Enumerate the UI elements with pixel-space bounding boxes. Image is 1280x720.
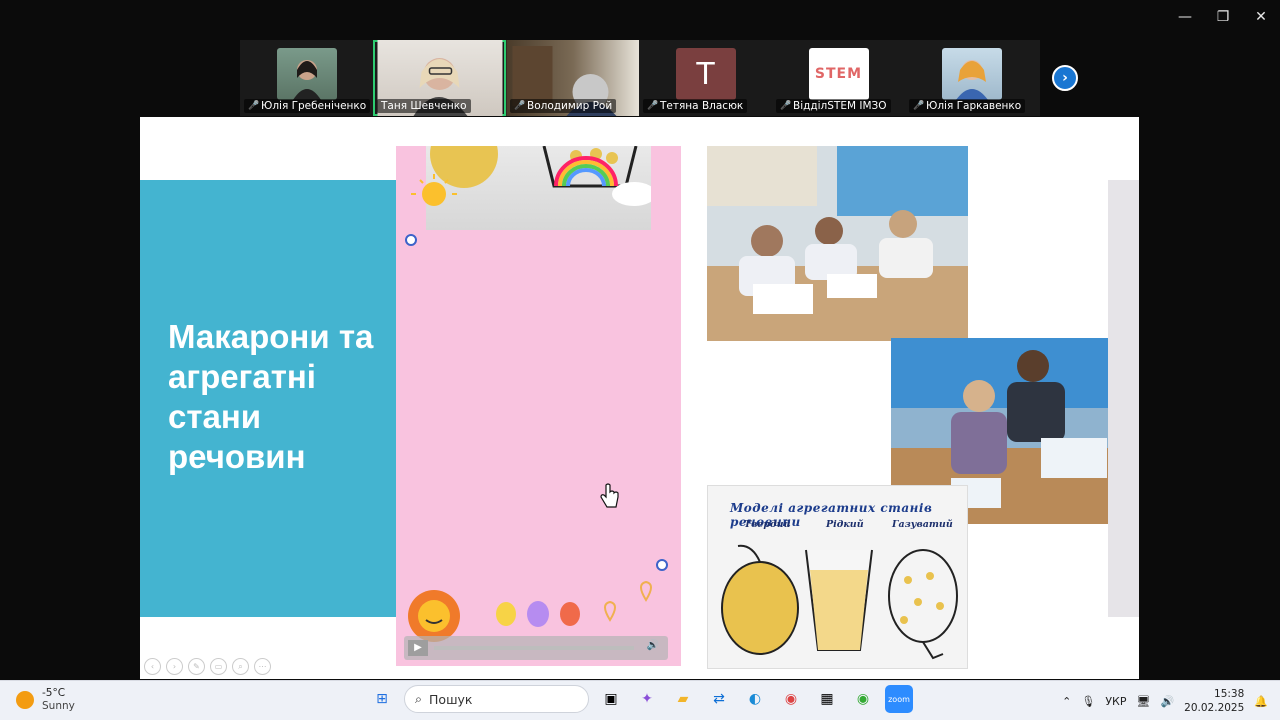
file-explorer-icon[interactable]: ▰ (669, 685, 697, 713)
sunny-weather-icon (16, 691, 34, 709)
speaker-icon[interactable]: 🔊 (1160, 695, 1174, 708)
participant-name: 🎤 Юлія Гребеніченко (244, 99, 371, 113)
tulips-sticker-icon (496, 601, 580, 627)
network-icon[interactable]: 🖥 (1137, 695, 1151, 708)
task-view-icon[interactable]: ▣ (597, 685, 625, 713)
macaroni-models-photo: Моделі агрегатних станів речовини Тверди… (707, 485, 968, 669)
label-solid: Твердий (744, 519, 791, 530)
participant-letter-avatar: T (675, 48, 736, 100)
copilot-icon[interactable]: ✦ (633, 685, 661, 713)
macaroni-models-drawing (721, 544, 958, 660)
zoom-icon[interactable]: zoom (885, 685, 913, 713)
shared-slide: Макарони та агрегатні стани речовин ▶ 🔊 … (140, 117, 1139, 679)
weather-temp: -5°C (42, 687, 66, 699)
mic-off-icon: 🎤 (248, 101, 260, 111)
windows-taskbar: -5°C Sunny ⊞ ⌕ Пошук ▣ ✦ ▰ ⇄ ◐ ◉ ▦ ◉ zoo… (0, 680, 1280, 720)
search-box[interactable]: ⌕ Пошук (404, 685, 589, 713)
participant-tile[interactable]: STEM 🎤 ВідділSTEM ІМЗО (772, 40, 905, 116)
video-progress-bar[interactable] (434, 646, 634, 650)
hearts-sticker-icon (604, 580, 652, 622)
sun-sticker-icon (411, 174, 457, 206)
microphone-icon[interactable]: 🎙 (1081, 695, 1095, 708)
mic-off-icon: 🎤 (780, 101, 792, 111)
clock-date: 20.02.2025 (1184, 702, 1245, 714)
participant-name: 🎤 Тетяна Власюк (643, 99, 748, 113)
teamviewer-icon[interactable]: ⇄ (705, 685, 733, 713)
prev-slide-icon[interactable]: ‹ (144, 658, 161, 675)
participant-tile[interactable]: 🎤 Володимир Рой (506, 40, 639, 116)
participant-tile-active[interactable]: Таня Шевченко (373, 40, 506, 116)
volume-icon[interactable]: 🔊 (644, 640, 662, 656)
video-panel: ▶ 🔊 (396, 120, 681, 666)
restore-button[interactable]: ❐ (1204, 0, 1242, 34)
participant-name: 🎤 Юлія Гаркавенко (909, 99, 1026, 113)
minimize-button[interactable]: — (1166, 0, 1204, 34)
participant-tile[interactable]: T 🎤 Тетяна Власюк (639, 40, 772, 116)
slide-title: Макарони та агрегатні стани речовин (168, 318, 374, 475)
system-tray: ⌃ 🎙 УКР 🖥 🔊 15:38 20.02.2025 🔔 (1062, 681, 1280, 720)
mic-off-icon: 🎤 (913, 101, 925, 111)
search-icon: ⌕ (415, 691, 423, 706)
participant-name: 🎤 Володимир Рой (510, 99, 617, 113)
play-button[interactable]: ▶ (408, 640, 428, 656)
slides-icon[interactable]: ▭ (210, 658, 227, 675)
taskbar-icons: ⊞ ⌕ Пошук ▣ ✦ ▰ ⇄ ◐ ◉ ▦ ◉ zoom (368, 685, 913, 713)
participants-strip: 🎤 Юлія Гребеніченко Таня Шевченко 🎤 Володи… (240, 40, 1040, 116)
participant-video (276, 48, 337, 100)
participant-name: Таня Шевченко (377, 99, 471, 113)
search-placeholder: Пошук (429, 691, 473, 707)
slide-controls: ‹ › ✎ ▭ ⌕ ⋯ (144, 658, 271, 675)
participant-name: 🎤 ВідділSTEM ІМЗО (776, 99, 891, 113)
close-button[interactable]: ✕ (1242, 0, 1280, 34)
participant-tile[interactable]: 🎤 Юлія Гаркавенко (905, 40, 1038, 116)
hand-cursor-icon (600, 483, 619, 508)
weather-widget[interactable]: -5°C Sunny (16, 687, 75, 713)
chrome-profile-icon[interactable]: ◉ (849, 685, 877, 713)
language-indicator[interactable]: УКР (1105, 695, 1126, 708)
window-controls: — ❐ ✕ (1166, 0, 1280, 34)
zoom-icon[interactable]: ⌕ (232, 658, 249, 675)
slide-decor-bar (1108, 180, 1139, 617)
notification-icon[interactable]: 🔔 (1254, 695, 1268, 708)
edge-icon[interactable]: ◐ (741, 685, 769, 713)
clock[interactable]: 15:38 20.02.2025 (1184, 687, 1244, 715)
classroom-photo-1 (707, 146, 968, 341)
participant-tile[interactable]: 🎤 Юлія Гребеніченко (240, 40, 373, 116)
mic-off-icon: 🎤 (514, 101, 526, 111)
zoom-window: — ❐ ✕ 🎤 Юлія Гребеніченко Таня Шевченко 🎤… (0, 0, 1280, 720)
label-gas: Газуватий (892, 519, 953, 530)
windows-start-icon[interactable]: ⊞ (368, 685, 396, 713)
calendar-app-icon[interactable]: ▦ (813, 685, 841, 713)
chrome-icon[interactable]: ◉ (777, 685, 805, 713)
resize-handle[interactable] (405, 234, 417, 246)
mic-off-icon: 🎤 (647, 101, 659, 111)
participant-video (941, 48, 1002, 100)
clock-time: 15:38 (1214, 688, 1245, 700)
chevron-up-icon[interactable]: ⌃ (1062, 695, 1071, 708)
stem-logo: STEM (808, 48, 869, 100)
weather-desc: Sunny (42, 700, 75, 712)
next-participants-button[interactable]: › (1052, 65, 1078, 91)
video-control-bar: ▶ 🔊 (404, 636, 668, 660)
pen-icon[interactable]: ✎ (188, 658, 205, 675)
label-liquid: Рідкий (826, 519, 864, 530)
next-slide-icon[interactable]: › (166, 658, 183, 675)
chevron-right-icon: › (1062, 70, 1068, 86)
more-icon[interactable]: ⋯ (254, 658, 271, 675)
